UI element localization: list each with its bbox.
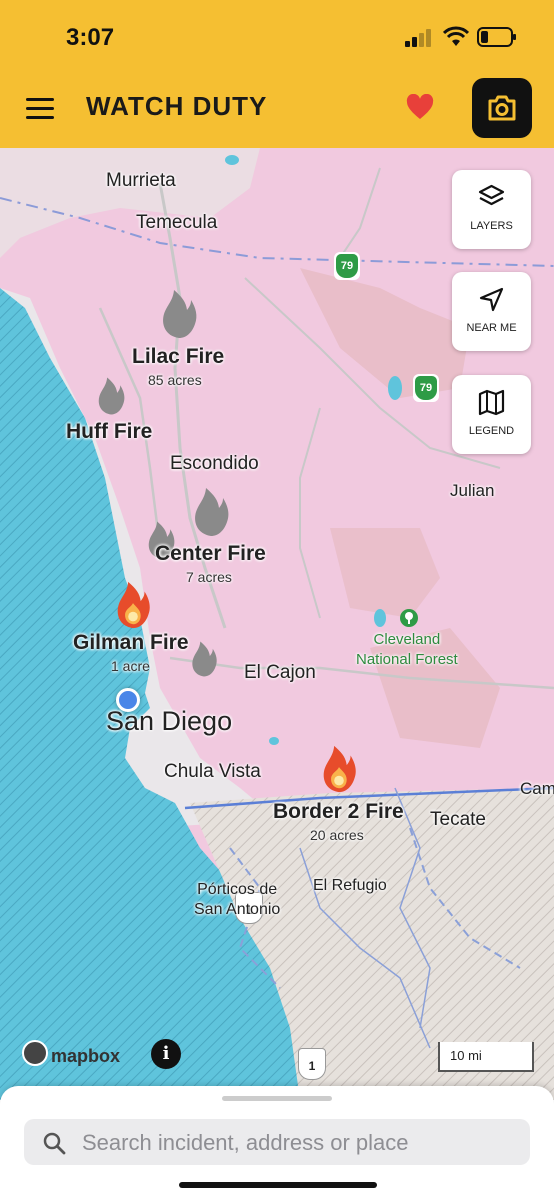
mapbox-icon <box>22 1040 48 1066</box>
city-label: Murrieta <box>106 170 176 191</box>
fire-label[interactable]: Lilac Fire <box>132 345 224 369</box>
search-input[interactable] <box>80 1127 514 1159</box>
city-label: San Diego <box>106 706 233 736</box>
city-label: El Cajon <box>244 662 316 683</box>
city-label: Tecate <box>430 809 486 830</box>
legend-button[interactable]: LEGEND <box>452 375 531 454</box>
fire-acres: 20 acres <box>310 827 364 843</box>
fire-label[interactable]: Border 2 Fire <box>273 800 404 824</box>
battery-icon <box>477 27 516 47</box>
fire-label[interactable]: Gilman Fire <box>73 631 189 655</box>
fire-label[interactable]: Huff Fire <box>66 420 152 444</box>
fire-inactive-icon[interactable] <box>192 486 230 538</box>
layers-button[interactable]: LAYERS <box>452 170 531 249</box>
city-label: Cam <box>520 779 554 798</box>
route-shield: 1 <box>298 1048 326 1080</box>
navigation-arrow-icon <box>479 287 504 312</box>
map-legend-icon <box>478 389 505 416</box>
fire-acres: 1 acre <box>111 658 150 674</box>
route-shield: 79 <box>334 252 360 280</box>
fire-acres: 7 acres <box>186 569 232 585</box>
near-me-button[interactable]: NEAR ME <box>452 272 531 351</box>
search-bar[interactable] <box>24 1119 530 1165</box>
tree-icon <box>400 609 418 627</box>
mapbox-logo[interactable]: mapbox <box>22 1040 120 1067</box>
fire-label[interactable]: Center Fire <box>155 542 266 566</box>
status-time: 3:07 <box>66 24 115 51</box>
hamburger-menu-icon[interactable] <box>26 98 54 120</box>
fire-inactive-icon[interactable] <box>190 640 218 678</box>
route-shield: 79 <box>413 374 439 402</box>
cellular-signal-icon <box>405 29 431 47</box>
city-label: Pórticos de San Antonio <box>194 881 281 918</box>
fire-acres: 85 acres <box>148 372 202 388</box>
forest-label: Cleveland National Forest <box>356 631 458 668</box>
home-indicator[interactable] <box>179 1182 377 1188</box>
city-label: Temecula <box>136 212 218 233</box>
map-scale: 10 mi <box>438 1042 534 1072</box>
wifi-icon <box>443 26 469 46</box>
city-label: El Refugio <box>313 877 387 894</box>
search-icon <box>43 1132 66 1155</box>
fire-active-icon[interactable] <box>320 744 358 794</box>
fire-active-icon[interactable] <box>114 580 152 630</box>
city-label: Escondido <box>170 453 259 474</box>
app-title: WATCH DUTY <box>86 91 268 121</box>
near-me-label: NEAR ME <box>466 322 517 334</box>
fire-inactive-icon[interactable] <box>96 376 126 416</box>
layers-label: LAYERS <box>470 220 513 232</box>
city-label: Julian <box>450 481 495 500</box>
legend-label: LEGEND <box>468 425 515 437</box>
app-header: WATCH DUTY <box>0 72 554 148</box>
camera-icon <box>488 95 516 121</box>
sheet-grabber[interactable] <box>222 1096 332 1101</box>
status-bar: 3:07 <box>0 0 554 72</box>
heart-icon[interactable] <box>406 94 434 120</box>
info-icon[interactable]: i <box>151 1039 181 1069</box>
city-label: Chula Vista <box>164 761 261 782</box>
fire-inactive-icon[interactable] <box>160 288 198 340</box>
camera-button[interactable] <box>472 78 532 138</box>
map-view[interactable]: 79 79 1 1 Cleveland National Forest Murr… <box>0 148 554 1100</box>
layers-icon <box>478 184 505 206</box>
